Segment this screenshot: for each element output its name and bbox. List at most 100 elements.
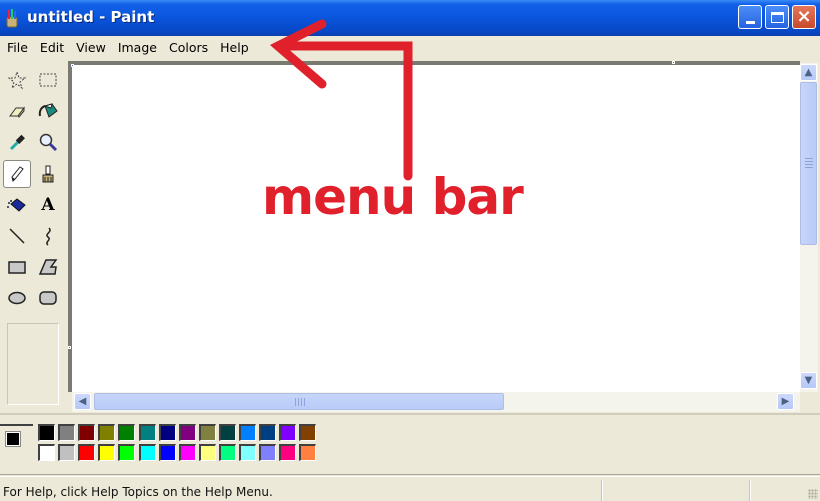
color-swatch[interactable] [299,444,316,461]
rectangle-icon [8,261,26,274]
menu-colors[interactable]: Colors [164,40,213,55]
color-swatch[interactable] [239,444,256,461]
tool-select[interactable] [34,66,62,94]
resize-handle-top-mid[interactable] [672,61,675,64]
chevron-up-icon: ▲ [804,67,813,78]
color-swatch[interactable] [78,444,95,461]
tool-brush[interactable] [34,160,62,188]
tool-pick-color[interactable] [3,128,31,156]
color-swatch[interactable] [199,424,216,441]
tool-magnifier[interactable] [34,128,62,156]
menu-file[interactable]: File [2,40,33,55]
color-swatch[interactable] [159,424,176,441]
chevron-left-icon: ◀ [78,396,87,407]
line-icon [9,228,25,244]
tool-rectangle[interactable] [3,253,31,281]
status-text: For Help, click Help Topics on the Help … [3,485,273,499]
brush-icon [42,165,54,183]
tool-free-form-select[interactable] [3,66,31,94]
color-swatch[interactable] [58,424,75,441]
grip-icon [805,158,813,168]
divider [0,474,820,477]
tool-ellipse[interactable] [3,284,31,312]
color-swatch[interactable] [118,424,135,441]
tool-line[interactable] [3,222,31,250]
menu-image[interactable]: Image [113,40,162,55]
drawing-canvas[interactable] [68,61,800,392]
color-swatch[interactable] [78,424,95,441]
horizontal-scroll-thumb[interactable] [94,393,504,410]
ellipse-icon [8,291,26,305]
tool-text[interactable]: A [34,191,62,219]
color-swatch[interactable] [118,444,135,461]
tool-fill-with-color[interactable] [34,97,62,125]
color-swatch[interactable] [38,424,55,441]
menu-help[interactable]: Help [215,40,254,55]
tool-curve[interactable] [34,222,62,250]
color-swatch[interactable] [159,444,176,461]
menu-edit[interactable]: Edit [35,40,69,55]
color-swatch[interactable] [139,424,156,441]
scroll-down-button[interactable]: ▼ [800,372,817,389]
color-swatch[interactable] [98,424,115,441]
pencil-icon [11,166,24,182]
close-button[interactable]: × [792,5,816,29]
resize-grip[interactable] [808,489,818,499]
divider [0,413,820,415]
tool-options-box[interactable] [7,323,59,405]
minimize-icon [745,20,755,24]
scroll-left-button[interactable]: ◀ [74,393,91,410]
color-swatch[interactable] [199,444,216,461]
minimize-button[interactable] [738,5,762,29]
chevron-down-icon: ▼ [804,375,813,386]
scrollbar-corner [800,392,820,412]
magnifier-icon [39,133,58,152]
horizontal-scrollbar[interactable]: ◀ ▶ [72,392,800,412]
color-swatch[interactable] [98,444,115,461]
color-swatch[interactable] [179,444,196,461]
color-swatch[interactable] [219,424,236,441]
close-icon: × [796,6,812,27]
text-icon: A [41,195,55,215]
color-swatch[interactable] [219,444,236,461]
polygon-icon [38,259,58,275]
resize-handle-top-left [71,64,74,67]
tool-eraser[interactable] [3,97,31,125]
menu-bar: File Edit View Image Colors Help [0,36,820,58]
menu-view[interactable]: View [71,40,111,55]
resize-handle-left-mid[interactable] [68,346,71,349]
color-swatch[interactable] [38,444,55,461]
color-swatch[interactable] [179,424,196,441]
eraser-icon [9,106,25,118]
maximize-icon [770,11,784,23]
color-swatch[interactable] [299,424,316,441]
toolbox: A [0,63,66,413]
color-swatch[interactable] [279,424,296,441]
color-swatch[interactable] [139,444,156,461]
tool-polygon[interactable] [34,253,62,281]
scroll-right-button[interactable]: ▶ [777,393,794,410]
airbrush-icon [7,198,26,212]
color-swatch[interactable] [58,444,75,461]
color-swatch[interactable] [279,444,296,461]
eyedropper-icon [9,134,25,151]
tool-pencil[interactable] [3,160,31,188]
rounded-rectangle-icon [39,291,57,305]
window-title: untitled - Paint [27,8,155,26]
tool-airbrush[interactable] [3,191,31,219]
tool-rounded-rectangle[interactable] [34,284,62,312]
color-swatch[interactable] [259,424,276,441]
grip-icon [295,398,305,406]
maximize-button[interactable] [765,5,789,29]
foreground-color[interactable] [5,431,21,447]
scroll-up-button[interactable]: ▲ [800,64,817,81]
color-swatch[interactable] [259,444,276,461]
title-bar[interactable]: untitled - Paint × [0,0,820,36]
chevron-right-icon: ▶ [781,396,790,407]
star-select-icon [7,70,27,90]
vertical-scroll-thumb[interactable] [800,82,817,245]
color-swatch[interactable] [239,424,256,441]
status-pane-coordinates [602,480,750,501]
vertical-scrollbar[interactable]: ▲ ▼ [800,63,818,392]
current-colors-box[interactable] [0,424,33,464]
